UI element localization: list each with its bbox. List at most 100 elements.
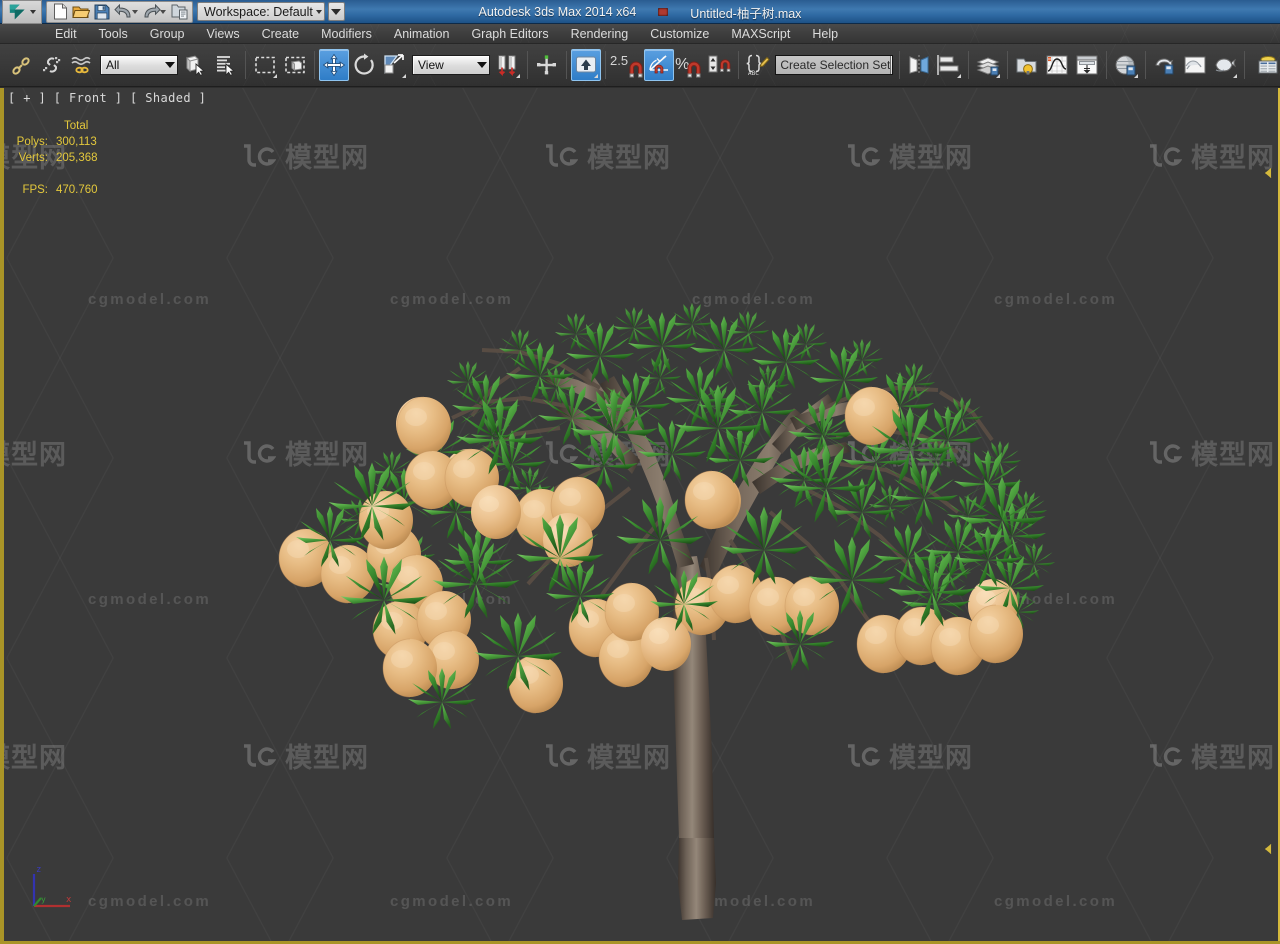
window-crossing-icon[interactable]	[280, 49, 310, 81]
render-production-icon[interactable]	[1210, 49, 1240, 81]
menu-item-graph-editors[interactable]: Graph Editors	[460, 24, 559, 44]
toolbar-separator	[566, 51, 567, 79]
align-icon[interactable]	[934, 49, 964, 81]
layer-manager-icon[interactable]	[973, 49, 1003, 81]
workspace-label: Workspace: Default	[204, 4, 313, 19]
title-bar: Workspace: Default Autodesk 3ds Max 2014…	[0, 0, 1280, 24]
select-and-link-icon[interactable]	[7, 49, 37, 81]
viewport-active-border-left	[0, 88, 4, 944]
menu-item-animation[interactable]: Animation	[383, 24, 461, 44]
stats-polys-label: Polys:	[16, 136, 48, 148]
axis-x-label: x	[66, 895, 72, 905]
stats-polys-value: 300,113	[56, 136, 97, 148]
viewport-label[interactable]: [ + ] [ Front ] [ Shaded ]	[8, 91, 206, 105]
menu-item-views[interactable]: Views	[195, 24, 250, 44]
stats-fps-label: FPS:	[22, 184, 48, 196]
schematic-view-icon[interactable]	[1072, 49, 1102, 81]
stats-verts-row: Verts: 205,368	[10, 150, 126, 166]
menu-item-maxscript[interactable]: MAXScript	[720, 24, 801, 44]
selection-filter-value: All	[106, 58, 120, 72]
workspace-selector[interactable]: Workspace: Default	[197, 2, 325, 21]
snaps-toggle-icon[interactable]	[571, 49, 601, 81]
spinner-snap-toggle-icon[interactable]	[704, 49, 734, 81]
flyout-corner-icon	[996, 74, 1001, 78]
flyout-corner-icon	[402, 74, 406, 78]
menu-item-modifiers[interactable]: Modifiers	[310, 24, 383, 44]
pomelo-tree-model[interactable]	[0, 88, 1280, 944]
app-title-text: Autodesk 3ds Max 2014 x64	[478, 5, 637, 19]
flyout-corner-icon	[957, 74, 962, 78]
file-name-text: Untitled-柚子树.max	[690, 6, 802, 21]
toolbar-separator	[314, 51, 315, 79]
redo-dropdown-caret-icon[interactable]	[160, 9, 166, 14]
flyout-corner-icon	[1134, 74, 1139, 78]
3ds-max-window: Workspace: Default Autodesk 3ds Max 2014…	[0, 0, 1280, 944]
stats-verts-value: 205,368	[56, 152, 98, 164]
select-object-icon[interactable]	[181, 49, 211, 81]
render-setup-icon[interactable]	[1150, 49, 1180, 81]
redo-icon[interactable]	[141, 2, 161, 22]
stats-verts-label: Verts:	[18, 152, 48, 164]
new-file-icon[interactable]	[50, 2, 70, 22]
stats-polys-row: Polys: 300,113	[10, 134, 126, 150]
named-selection-set-dropdown[interactable]	[890, 56, 893, 74]
toolbar-separator	[899, 51, 901, 79]
flyout-corner-icon	[1233, 74, 1238, 78]
menu-item-rendering[interactable]: Rendering	[560, 24, 640, 44]
stats-header: Total	[64, 120, 89, 132]
mirror-icon[interactable]	[904, 49, 934, 81]
select-and-move-icon[interactable]	[319, 49, 349, 81]
toggle-scene-explorer-icon[interactable]	[1012, 49, 1042, 81]
select-and-manipulate-icon[interactable]	[532, 49, 562, 81]
rendered-frame-window-icon[interactable]	[1180, 49, 1210, 81]
percent-snap-toggle-icon[interactable]	[684, 49, 704, 81]
workspace-dropdown-button[interactable]	[327, 2, 345, 21]
undo-icon[interactable]	[113, 2, 133, 22]
menu-item-edit[interactable]: Edit	[44, 24, 88, 44]
toolbar-separator	[1007, 51, 1009, 79]
select-by-name-icon[interactable]	[211, 49, 241, 81]
flyout-corner-icon	[516, 74, 520, 78]
chevron-down-icon	[331, 8, 342, 15]
main-toolbar: All View 2.5 % ABC Create Selection Set	[0, 44, 1280, 87]
reference-coordinate-combo[interactable]: View	[412, 55, 490, 75]
toolbar-separator	[968, 51, 970, 79]
set-project-folder-icon[interactable]	[169, 2, 189, 22]
render-in-cloud-icon[interactable]	[1253, 49, 1280, 81]
select-and-scale-icon[interactable]	[379, 49, 409, 81]
select-and-rotate-icon[interactable]	[349, 49, 379, 81]
menu-item-help[interactable]: Help	[801, 24, 849, 44]
save-file-icon[interactable]	[92, 2, 112, 22]
magnet-icon	[629, 61, 643, 77]
material-editor-icon[interactable]	[1111, 49, 1141, 81]
axis-z-label: z	[36, 865, 41, 875]
angle-snap-toggle-icon[interactable]	[644, 49, 675, 81]
named-selection-set-value: Create Selection Set	[780, 58, 891, 72]
menu-item-create[interactable]: Create	[251, 24, 311, 44]
menu-item-group[interactable]: Group	[139, 24, 196, 44]
axis-y-label: y	[41, 895, 46, 904]
toolbar-separator	[245, 51, 246, 79]
menu-bar: Edit Tools Group Views Create Modifiers …	[0, 24, 1280, 44]
bind-to-space-warp-icon[interactable]	[67, 49, 97, 81]
viewport-front-shaded[interactable]: 模型网 模型网 模型网 模型网 模型网 模型网	[0, 88, 1280, 944]
menu-item-customize[interactable]: Customize	[639, 24, 720, 44]
named-selection-set-combo[interactable]: Create Selection Set	[775, 55, 894, 75]
menu-logo-spacer	[0, 24, 44, 44]
toolbar-separator	[1244, 51, 1246, 79]
chevron-down-icon	[477, 62, 487, 68]
curve-editor-icon[interactable]	[1042, 49, 1072, 81]
use-pivot-point-center-icon[interactable]	[493, 49, 523, 81]
menu-item-tools[interactable]: Tools	[88, 24, 139, 44]
flyout-corner-icon	[273, 74, 277, 78]
selection-filter-combo[interactable]: All	[100, 55, 178, 75]
edit-named-selection-sets-icon[interactable]: ABC	[743, 49, 773, 81]
viewport-axis-tripod: z x y	[32, 865, 72, 908]
undo-dropdown-caret-icon[interactable]	[132, 9, 138, 14]
quick-access-toolbar: Workspace: Default	[0, 0, 345, 24]
unlink-selection-icon[interactable]	[37, 49, 67, 81]
open-file-icon[interactable]	[71, 2, 91, 22]
rectangular-selection-region-icon[interactable]	[250, 49, 280, 81]
angle-snap-value: 2.5	[610, 52, 629, 68]
application-menu-button[interactable]	[2, 0, 42, 24]
